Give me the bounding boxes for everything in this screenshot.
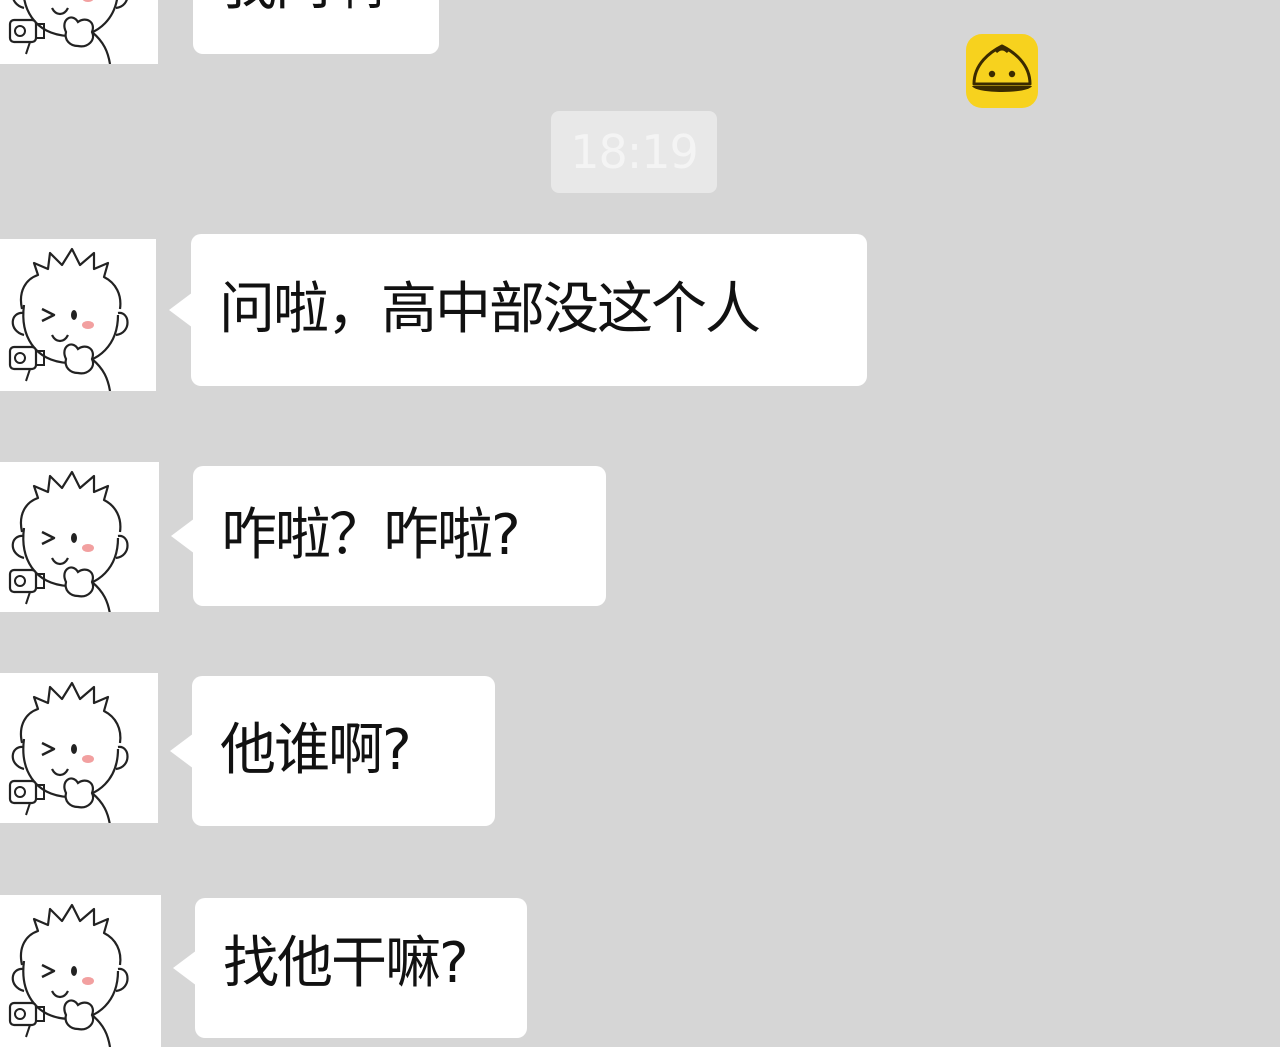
chat-area: 我问啊 18:19 问啦，高中部没这个人 咋啦？咋啦? 他谁啊? 找他干嘛? (0, 0, 1280, 1047)
message-text: 他谁啊? (220, 718, 412, 783)
message-text: 找他干嘛? (223, 931, 469, 996)
cartoon-boy-avatar-icon (0, 462, 158, 612)
avatar[interactable] (0, 239, 156, 391)
avatar[interactable] (0, 673, 158, 823)
bun-logo-icon (966, 34, 1038, 108)
message-bubble[interactable]: 我问啊 (193, 0, 439, 54)
cartoon-boy-avatar-icon (0, 239, 156, 391)
message-text: 问啦，高中部没这个人 (219, 277, 761, 342)
watermark (966, 34, 1266, 114)
message-timestamp: 18:19 (551, 111, 717, 193)
avatar[interactable] (0, 462, 159, 612)
message-bubble[interactable]: 他谁啊? (170, 676, 495, 826)
cartoon-boy-avatar-icon (0, 0, 158, 64)
message-bubble[interactable]: 找他干嘛? (173, 898, 527, 1038)
cartoon-boy-avatar-icon (0, 895, 158, 1047)
message-text: 咋啦？咋啦? (221, 503, 521, 568)
avatar[interactable] (0, 0, 158, 64)
message-text: 我问啊 (221, 0, 385, 14)
message-bubble[interactable]: 问啦，高中部没这个人 (169, 234, 867, 386)
message-bubble[interactable]: 咋啦？咋啦? (171, 466, 606, 606)
cartoon-boy-avatar-icon (0, 673, 158, 823)
avatar[interactable] (0, 895, 161, 1047)
